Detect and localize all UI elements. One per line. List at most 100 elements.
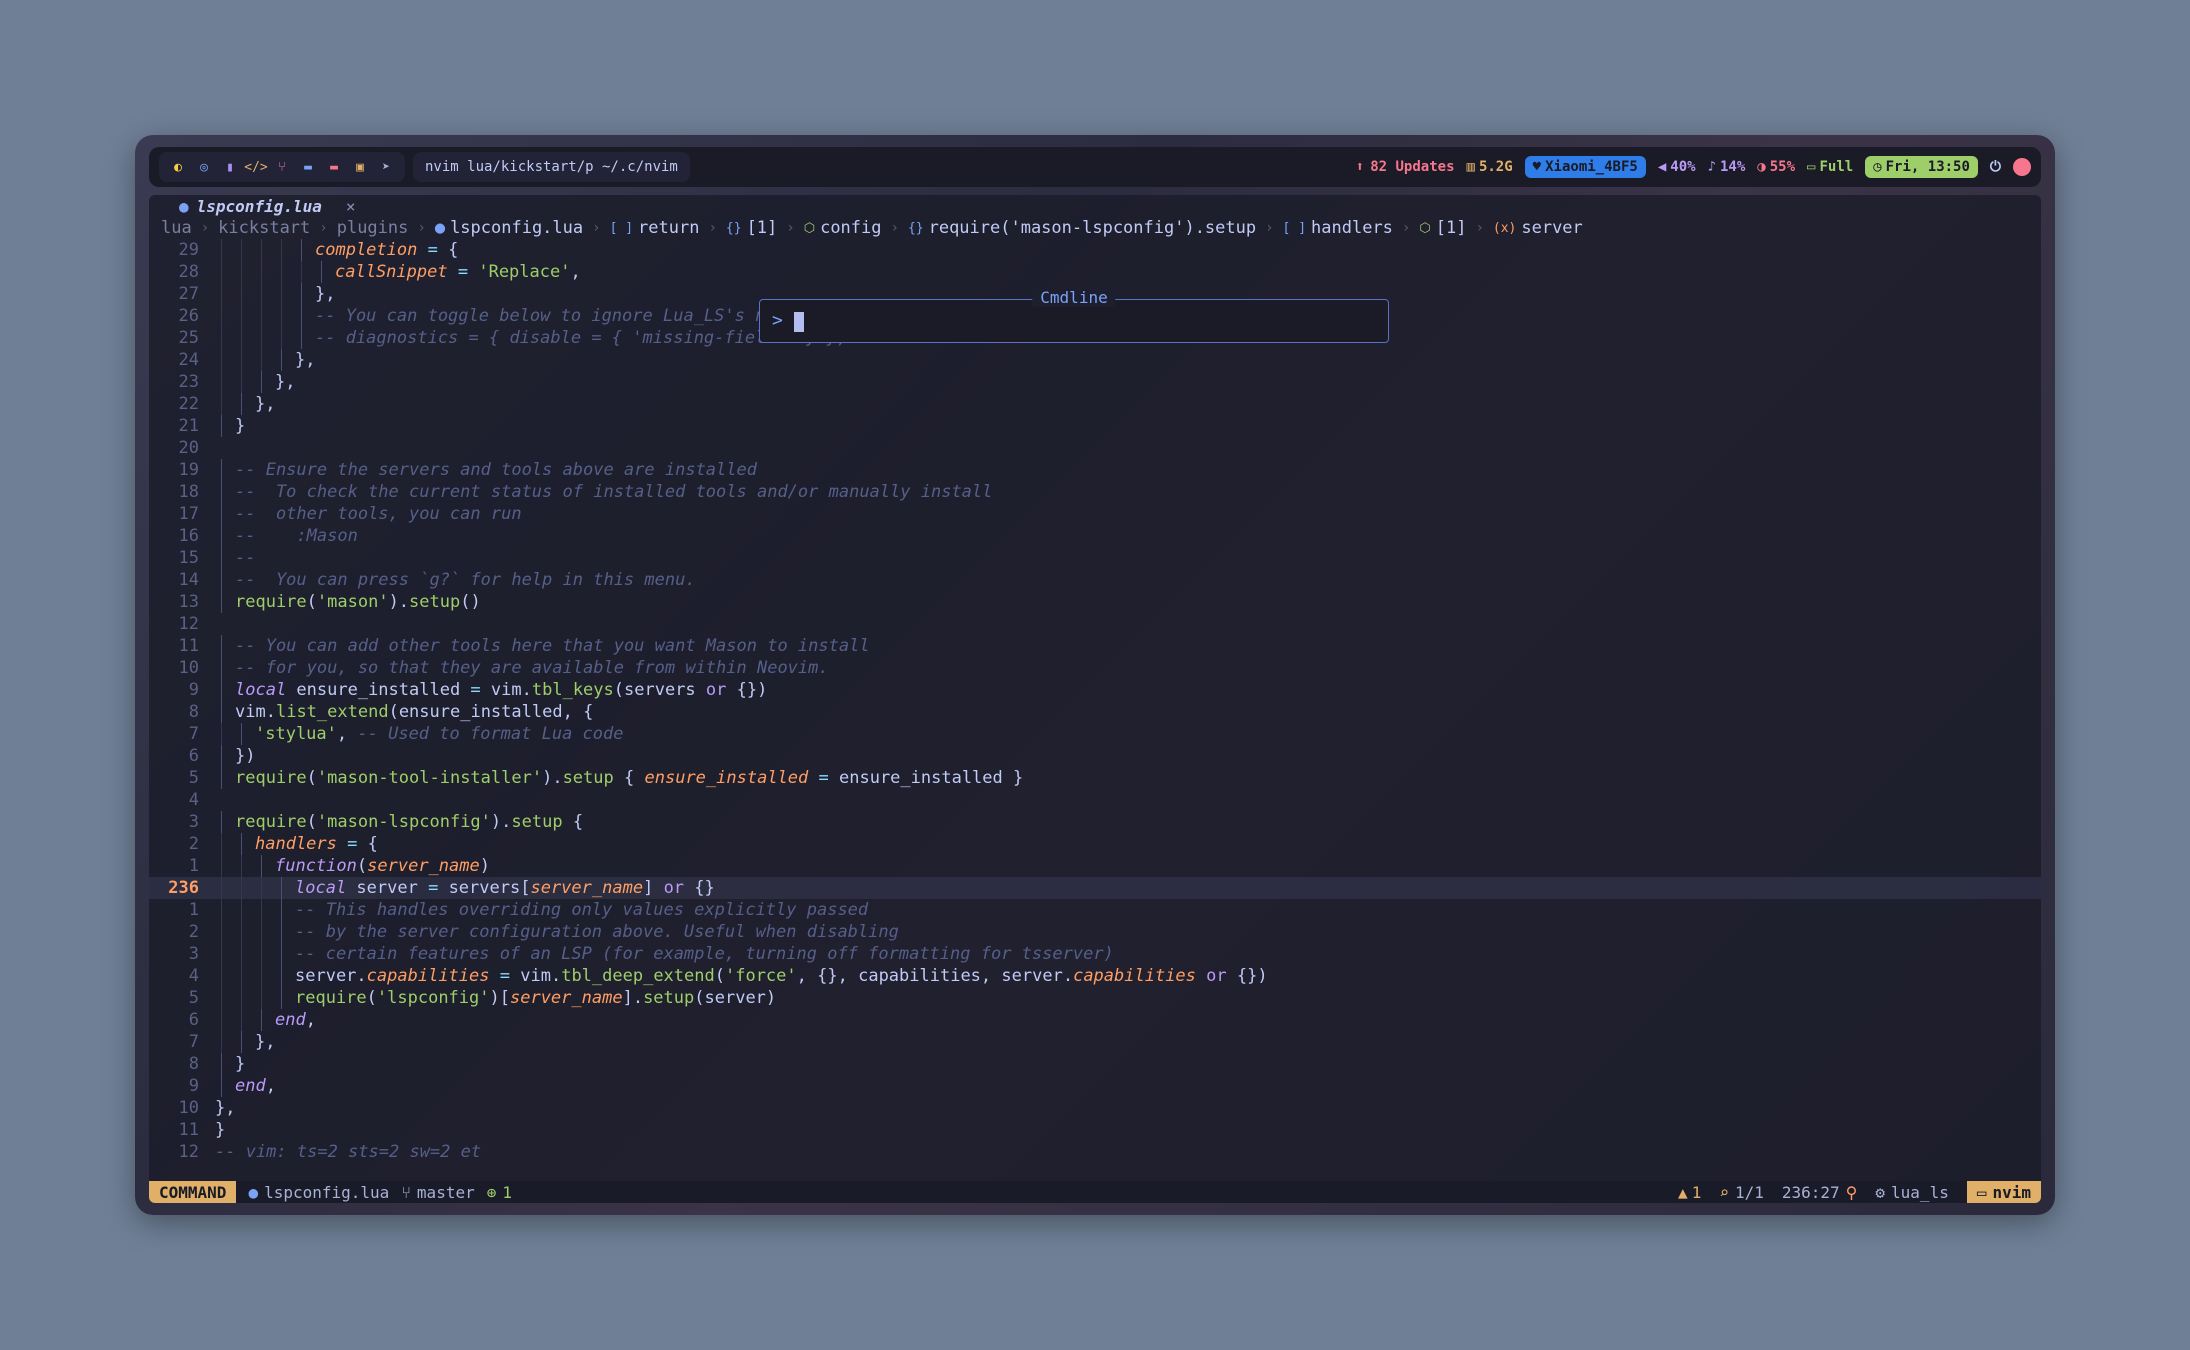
- code-line[interactable]: 17 -- other tools, you can run: [149, 503, 2041, 525]
- code-line[interactable]: 19 -- Ensure the servers and tools above …: [149, 459, 2041, 481]
- code-line[interactable]: 21}: [149, 415, 2041, 437]
- line-number: 17: [178, 504, 199, 524]
- code-line[interactable]: 15 --: [149, 547, 2041, 569]
- code-line[interactable]: 7},: [149, 1031, 2041, 1053]
- battery-icon: ▭: [1807, 159, 1816, 175]
- notification-icon[interactable]: [2013, 158, 2031, 176]
- memory-module[interactable]: ▥ 5.2G: [1467, 159, 1513, 175]
- tab-lspconfig[interactable]: ● lspconfig.lua ×: [179, 197, 356, 216]
- code-line[interactable]: 8 vim.list_extend(ensure_installed, {: [149, 701, 2041, 723]
- breadcrumb-symbol[interactable]: (x) server: [1493, 218, 1583, 238]
- code-text: local server = servers[server_name] or {…: [295, 878, 715, 898]
- breadcrumb-separator: ›: [319, 220, 328, 236]
- line-number: 13: [178, 592, 199, 612]
- lua-file-icon: ●: [248, 1182, 259, 1202]
- code-line[interactable]: 1 -- This handles overriding only values …: [149, 899, 2041, 921]
- send-icon[interactable]: ➤: [373, 152, 399, 182]
- breadcrumb-symbol[interactable]: [ ] handlers: [1283, 218, 1393, 238]
- cmdline-popup[interactable]: Cmdline >: [759, 288, 1389, 343]
- git-icon[interactable]: ⑂: [269, 152, 295, 182]
- breadcrumb-item[interactable]: kickstart: [218, 218, 310, 238]
- close-icon[interactable]: ×: [346, 197, 356, 216]
- symbol-icon: {}: [725, 220, 742, 236]
- code-line[interactable]: 13 require('mason').setup(): [149, 591, 2041, 613]
- code-line[interactable]: 11 -- You can add other tools here that y…: [149, 635, 2041, 657]
- brightness-module[interactable]: ◑ 55%: [1757, 159, 1795, 175]
- breadcrumb-item[interactable]: plugins: [337, 218, 409, 238]
- code-line[interactable]: 7 'stylua', -- Used to format Lua code: [149, 723, 2041, 745]
- clock-module[interactable]: ◷ Fri, 13:50: [1865, 156, 1978, 178]
- code-line[interactable]: 6}): [149, 745, 2041, 767]
- code-line[interactable]: 5 require('mason-tool-installer').setup {…: [149, 767, 2041, 789]
- breadcrumb-item[interactable]: lua: [161, 218, 192, 238]
- breadcrumb-file[interactable]: ● lspconfig.lua: [435, 218, 583, 238]
- mail-icon[interactable]: ▬: [321, 152, 347, 182]
- chat-icon[interactable]: ▣: [347, 152, 373, 182]
- current-code-line[interactable]: 236 local server = servers[server_name] o…: [149, 877, 2041, 899]
- code-line[interactable]: 16 -- :Mason: [149, 525, 2041, 547]
- code-line[interactable]: 2 handlers = {: [149, 833, 2041, 855]
- code-line[interactable]: 23},: [149, 371, 2041, 393]
- line-number: 236: [168, 878, 199, 898]
- volume-module[interactable]: ◀ 40%: [1658, 159, 1696, 175]
- code-line[interactable]: 28 callSnippet = 'Replace',: [149, 261, 2041, 283]
- line-number: 29: [178, 240, 199, 260]
- cmdline-cursor: [794, 312, 804, 332]
- arrow-up-circle-icon: ⬆: [1355, 159, 1365, 175]
- code-line[interactable]: 20: [149, 437, 2041, 459]
- code-line[interactable]: 9 local ensure_installed = vim.tbl_keys(s…: [149, 679, 2041, 701]
- folder-icon[interactable]: ▬: [295, 152, 321, 182]
- breadcrumb-symbol[interactable]: ⬡ [1]: [1419, 218, 1466, 238]
- updates-module[interactable]: ⬆ 82 Updates: [1356, 159, 1455, 175]
- code-line[interactable]: 3 -- certain features of an LSP (for exam…: [149, 943, 2041, 965]
- target-icon[interactable]: ◎: [191, 152, 217, 182]
- code-line[interactable]: 4 server.capabilities = vim.tbl_deep_exte…: [149, 965, 2041, 987]
- code-line[interactable]: 22},: [149, 393, 2041, 415]
- code-line[interactable]: 6 end,: [149, 1009, 2041, 1031]
- breadcrumb-symbol[interactable]: [ ] return: [610, 218, 700, 238]
- line-number: 16: [178, 526, 199, 546]
- breadcrumb-symbol[interactable]: {} [1]: [726, 218, 777, 238]
- code-line[interactable]: 29 completion = {: [149, 239, 2041, 261]
- power-icon[interactable]: ⏻: [1990, 159, 2001, 175]
- line-number: 10: [178, 1098, 199, 1118]
- breadcrumb-symbol[interactable]: {} require('mason-lspconfig').setup: [908, 218, 1256, 238]
- battery-module[interactable]: ▭ Full: [1807, 159, 1853, 175]
- breadcrumb-symbol[interactable]: ⬡ config: [804, 218, 882, 238]
- symbol-label: handlers: [1311, 218, 1393, 238]
- code-line[interactable]: 10},: [149, 1097, 2041, 1119]
- status-search: ⌕ 1/1: [1719, 1182, 1764, 1202]
- yellow-circle-icon[interactable]: ◐: [165, 152, 191, 182]
- status-warnings: ▲ 1: [1678, 1182, 1702, 1202]
- code-text: },: [275, 372, 296, 392]
- line-number: 12: [178, 1142, 199, 1162]
- code-line[interactable]: 3 require('mason-lspconfig').setup {: [149, 811, 2041, 833]
- code-line[interactable]: 4: [149, 789, 2041, 811]
- mic-module[interactable]: ♪ 14%: [1708, 159, 1746, 175]
- code-line[interactable]: 18 -- To check the current status of inst…: [149, 481, 2041, 503]
- code-text: -- To check the current status of instal…: [235, 482, 993, 502]
- line-number: 14: [178, 570, 199, 590]
- code-line[interactable]: 24},: [149, 349, 2041, 371]
- code-line[interactable]: 2 -- by the server configuration above. U…: [149, 921, 2041, 943]
- code-text: function(server_name): [275, 856, 490, 876]
- code-icon[interactable]: </>: [243, 152, 269, 182]
- code-line[interactable]: 5 require('lspconfig')[server_name].setup…: [149, 987, 2041, 1009]
- code-line[interactable]: 12: [149, 613, 2041, 635]
- line-number: 9: [188, 1076, 199, 1096]
- code-line[interactable]: 14 -- You can press `g?` for help in this…: [149, 569, 2041, 591]
- code-line[interactable]: 8}: [149, 1053, 2041, 1075]
- code-line[interactable]: 12 -- vim: ts=2 sts=2 sw=2 et: [149, 1141, 2041, 1163]
- code-line[interactable]: 9 end,: [149, 1075, 2041, 1097]
- line-number: 1: [188, 856, 199, 876]
- code-buffer[interactable]: 29 completion = {28 callSnippet = 'Replace…: [149, 239, 2041, 1163]
- location-pin-icon: ⚲: [1845, 1182, 1858, 1202]
- code-line[interactable]: 1 function(server_name): [149, 855, 2041, 877]
- wifi-module[interactable]: ♥ Xiaomi_4BF5: [1524, 156, 1646, 178]
- symbol-icon: ⬡: [1419, 220, 1431, 236]
- plus-circle-icon: ⊕: [486, 1182, 497, 1202]
- file-icon[interactable]: ▮: [217, 152, 243, 182]
- code-line[interactable]: 11}: [149, 1119, 2041, 1141]
- code-line[interactable]: 10 -- for you, so that they are available…: [149, 657, 2041, 679]
